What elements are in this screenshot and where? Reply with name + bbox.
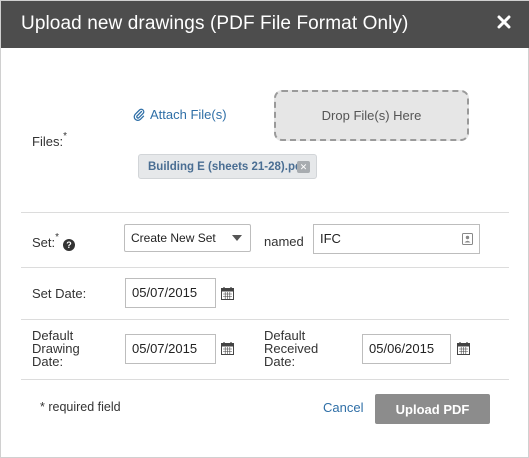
default-drawing-date-input[interactable]: 05/07/2015 xyxy=(125,334,216,364)
dialog-header: Upload new drawings (PDF File Format Onl… xyxy=(1,1,529,48)
required-marker: * xyxy=(55,232,60,243)
default-received-date-value: 05/06/2015 xyxy=(369,341,435,356)
set-select[interactable]: Create New Set xyxy=(124,224,251,252)
default-received-date-input[interactable]: 05/06/2015 xyxy=(362,334,451,364)
attached-file-name: Building E (sheets 21-28).pdf xyxy=(148,160,306,173)
attach-files-link[interactable]: Attach File(s) xyxy=(133,107,227,122)
default-received-date-label: Default Received Date: xyxy=(264,329,318,368)
paperclip-icon xyxy=(133,108,145,121)
calendar-icon[interactable] xyxy=(221,342,234,355)
dialog-title: Upload new drawings (PDF File Format Onl… xyxy=(21,13,409,34)
divider xyxy=(21,379,509,380)
divider xyxy=(21,267,509,268)
required-marker: * xyxy=(63,131,67,142)
label-line: Date: xyxy=(32,354,64,369)
set-label-text: Set: xyxy=(32,235,56,250)
files-label-text: Files: xyxy=(32,134,64,149)
set-date-value: 05/07/2015 xyxy=(132,285,198,300)
set-date-label: Set Date: xyxy=(32,286,87,301)
help-icon[interactable]: ? xyxy=(63,239,76,251)
set-name-value: IFC xyxy=(320,231,341,246)
attached-file-chip: Building E (sheets 21-28).pdf ✕ xyxy=(138,154,317,179)
calendar-icon[interactable] xyxy=(457,342,470,355)
upload-pdf-button[interactable]: Upload PDF xyxy=(375,394,490,424)
divider xyxy=(21,212,509,213)
calendar-icon[interactable] xyxy=(221,287,234,300)
divider xyxy=(21,319,509,320)
remove-file-icon[interactable]: ✕ xyxy=(297,161,310,173)
chevron-down-icon xyxy=(232,235,242,241)
file-dropzone[interactable]: Drop File(s) Here xyxy=(274,90,469,141)
upload-drawings-dialog: Upload new drawings (PDF File Format Onl… xyxy=(0,0,529,458)
dropzone-label: Drop File(s) Here xyxy=(321,108,422,123)
set-date-input[interactable]: 05/07/2015 xyxy=(125,278,216,308)
default-drawing-date-label: Default Drawing Date: xyxy=(32,329,80,368)
set-name-input[interactable]: IFC xyxy=(313,224,480,254)
cancel-button[interactable]: Cancel xyxy=(323,400,363,415)
files-label: Files:* xyxy=(32,131,67,149)
close-icon[interactable] xyxy=(496,13,512,31)
contact-card-icon xyxy=(462,233,473,245)
label-line: Date: xyxy=(264,354,296,369)
set-label: Set:*? xyxy=(32,232,76,251)
set-select-value: Create New Set xyxy=(131,231,216,245)
default-drawing-date-value: 05/07/2015 xyxy=(132,341,198,356)
attach-files-label: Attach File(s) xyxy=(150,107,227,122)
named-label: named xyxy=(264,234,304,249)
required-field-note: * required field xyxy=(40,400,121,414)
